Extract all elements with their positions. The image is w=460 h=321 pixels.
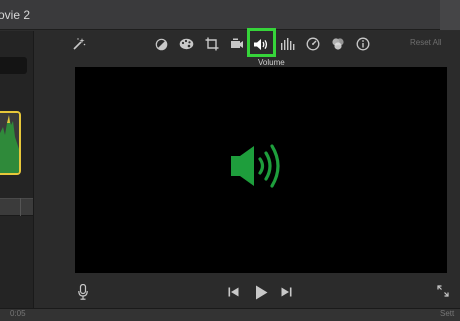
play-icon[interactable] — [253, 283, 269, 301]
bottom-bar — [0, 308, 460, 321]
speed-icon[interactable] — [304, 31, 322, 57]
clip-filter-icon[interactable] — [329, 31, 347, 57]
magic-wand-icon[interactable] — [70, 31, 88, 57]
reset-all-button[interactable]: Reset All — [410, 38, 442, 47]
color-balance-icon[interactable] — [152, 31, 170, 57]
color-palette-icon[interactable] — [177, 31, 195, 57]
fullscreen-icon[interactable] — [436, 284, 450, 298]
crop-icon[interactable] — [203, 31, 221, 57]
timecode: 0:05 — [10, 309, 26, 318]
speaker-icon — [228, 142, 290, 195]
clip-thumbnail[interactable] — [0, 111, 21, 175]
window-title: ovie 2 — [0, 8, 31, 22]
volume-tooltip: Volume — [258, 58, 285, 67]
search-field[interactable] — [0, 57, 27, 74]
title-bar-edge — [440, 0, 460, 30]
stabilization-icon[interactable] — [228, 31, 246, 57]
microphone-icon[interactable] — [76, 282, 90, 302]
title-bar: ovie 2 — [0, 0, 460, 30]
noise-reduction-icon[interactable] — [279, 31, 297, 57]
info-icon[interactable] — [354, 31, 372, 57]
playback-controls — [34, 280, 460, 304]
timeline-track[interactable] — [0, 198, 33, 216]
left-panel — [0, 31, 34, 320]
skip-forward-icon[interactable] — [280, 286, 292, 298]
settings-button[interactable]: Sett — [440, 309, 454, 318]
volume-highlight-box — [247, 28, 276, 57]
skip-back-icon[interactable] — [227, 286, 239, 298]
track-divider — [20, 198, 21, 216]
